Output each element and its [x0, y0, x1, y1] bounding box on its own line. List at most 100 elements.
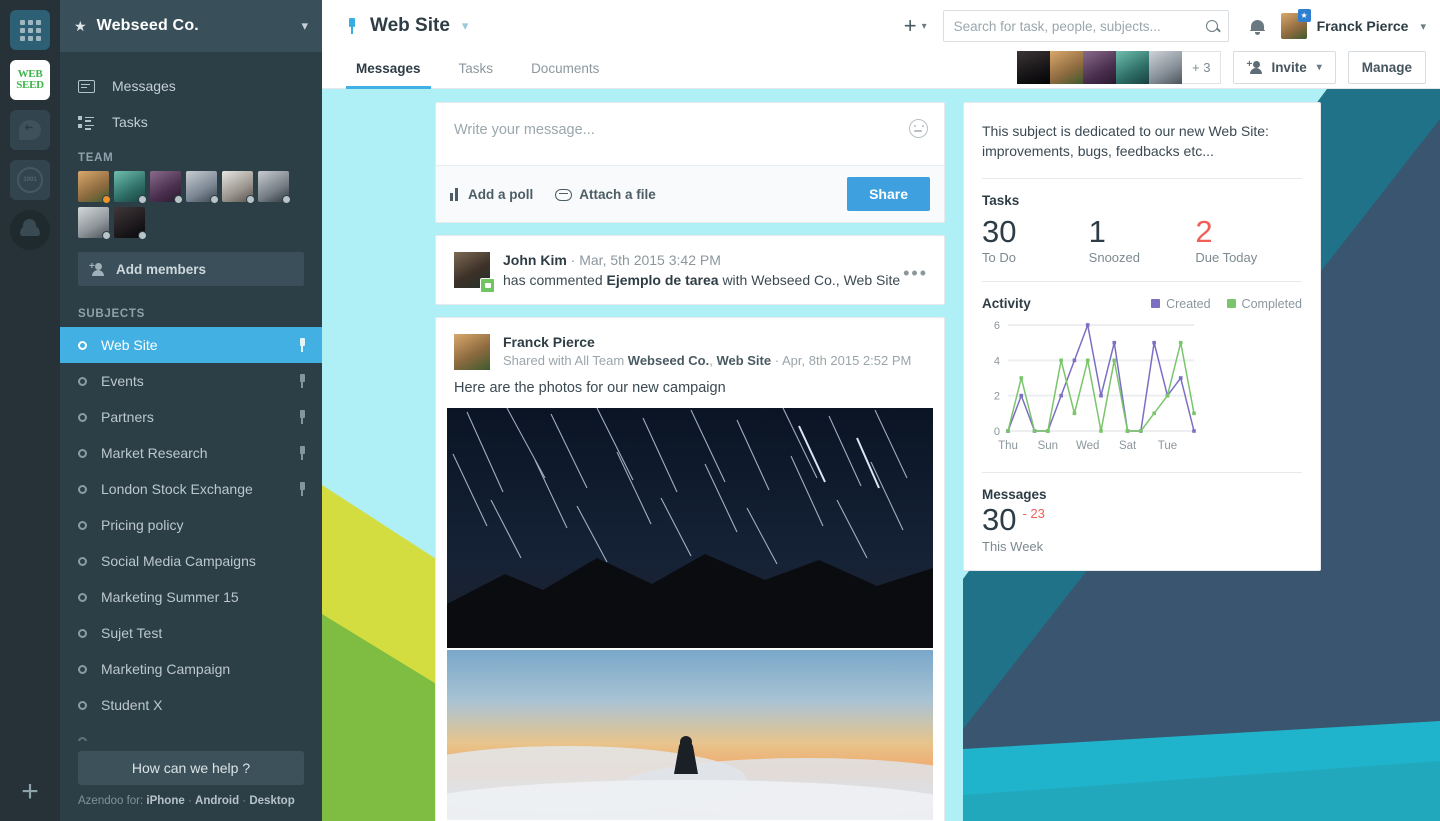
avatar[interactable] — [1050, 51, 1083, 84]
post-photo-night-sky[interactable] — [447, 408, 933, 648]
stat-to-do[interactable]: 30 To Do — [982, 214, 1089, 266]
avatar[interactable] — [1149, 51, 1182, 84]
sidebar-item-market-research[interactable]: Market Research — [60, 435, 322, 471]
org-name: Webseed Co. — [96, 17, 199, 34]
legend-label: Completed — [1241, 296, 1302, 311]
avatar[interactable] — [114, 171, 147, 204]
avatar[interactable] — [78, 171, 111, 204]
paperclip-icon — [555, 188, 573, 201]
pin-icon[interactable] — [296, 338, 308, 352]
stat-snoozed[interactable]: 1 Snoozed — [1089, 214, 1196, 266]
sidebar-item-tasks[interactable]: Tasks — [60, 104, 322, 140]
sidebar-item-london-stock-exchange[interactable]: London Stock Exchange — [60, 471, 322, 507]
subject-dot-icon — [78, 448, 87, 458]
chat-bubble-icon[interactable] — [10, 110, 50, 150]
help-button[interactable]: How can we help ? — [78, 751, 304, 785]
sidebar-item-social-media-campaigns[interactable]: Social Media Campaigns — [60, 543, 322, 579]
sidebar-item-marketing-summer-15[interactable]: Marketing Summer 15 — [60, 579, 322, 615]
search-box[interactable] — [942, 10, 1229, 42]
cloud-icon[interactable] — [10, 210, 50, 250]
platform-links: Azendoo for: iPhone · Android · Desktop — [78, 795, 304, 807]
avatar[interactable] — [114, 207, 147, 240]
sidebar-item-student-x[interactable]: Student X — [60, 687, 322, 723]
create-button[interactable]: + — [904, 13, 917, 39]
pin-icon[interactable] — [296, 482, 308, 496]
avatar[interactable] — [1116, 51, 1149, 84]
sidebar-item-messages[interactable]: Messages — [60, 68, 322, 104]
add-workspace-button[interactable]: + — [21, 777, 39, 807]
search-input[interactable] — [953, 18, 1206, 34]
sidebar-item-pricing-policy[interactable]: Pricing policy — [60, 507, 322, 543]
search-icon[interactable] — [1205, 20, 1218, 32]
org-switcher[interactable]: ★ Webseed Co. ▾ — [60, 0, 322, 52]
svg-text:Thu: Thu — [998, 440, 1018, 452]
avatar[interactable] — [186, 171, 219, 204]
star-icon: ★ — [74, 17, 87, 34]
sidebar-item-web-site[interactable]: Web Site — [60, 327, 322, 363]
sidebar-item-partial[interactable] — [60, 723, 322, 741]
chevron-down-icon[interactable]: ▾ — [922, 21, 927, 32]
sidebar-item-partners[interactable]: Partners — [60, 399, 322, 435]
avatar[interactable] — [454, 334, 490, 370]
manage-button[interactable]: Manage — [1347, 51, 1426, 84]
subject-info-panel: This subject is dedicated to our new Web… — [963, 102, 1321, 571]
avatar[interactable] — [78, 207, 111, 240]
post-share-org[interactable]: Webseed Co. — [628, 353, 709, 368]
add-poll-button[interactable]: Add a poll — [450, 187, 533, 202]
apps-grid-icon[interactable] — [10, 10, 50, 50]
post-action-target[interactable]: Ejemplo de tarea — [607, 272, 719, 288]
avatar[interactable] — [1017, 51, 1050, 84]
share-button[interactable]: Share — [847, 177, 930, 211]
avatar[interactable] — [222, 171, 255, 204]
chevron-down-icon[interactable]: ▾ — [1420, 20, 1426, 33]
pin-icon[interactable] — [296, 374, 308, 388]
avatar[interactable]: ★ — [1280, 9, 1311, 39]
pin-icon[interactable] — [296, 446, 308, 460]
message-feed: Write your message... Add a poll Attach … — [435, 102, 945, 821]
link-desktop[interactable]: Desktop — [249, 795, 294, 807]
subjects-list[interactable]: Web Site Events Partners Market Research — [60, 327, 322, 741]
add-person-icon: + — [89, 262, 106, 276]
emoji-icon[interactable] — [909, 119, 928, 138]
webseed-logo-icon[interactable]: WEB SEED — [10, 60, 50, 100]
post-share-subject[interactable]: Web Site — [716, 353, 771, 368]
legend-swatch — [1226, 299, 1236, 309]
link-android[interactable]: Android — [195, 795, 239, 807]
attach-file-button[interactable]: Attach a file — [555, 187, 656, 202]
sidebar-item-marketing-campaign[interactable]: Marketing Campaign — [60, 651, 322, 687]
sidebar-item-sujet-test[interactable]: Sujet Test — [60, 615, 322, 651]
tab-messages[interactable]: Messages — [346, 61, 431, 89]
add-members-button[interactable]: + Add members — [78, 252, 304, 286]
link-iphone[interactable]: iPhone — [146, 795, 184, 807]
stat-label: Due Today — [1195, 250, 1258, 266]
composer-placeholder: Write your message... — [454, 122, 595, 138]
subject-dot-icon — [78, 340, 87, 350]
sidebar-item-events[interactable]: Events — [60, 363, 322, 399]
more-members-button[interactable]: + 3 — [1182, 51, 1222, 84]
badge-stamp-icon[interactable]: 1001 — [10, 160, 50, 200]
avatar[interactable] — [1083, 51, 1116, 84]
composer-input-area[interactable]: Write your message... — [436, 103, 944, 165]
invite-button[interactable]: + Invite ▾ — [1233, 51, 1336, 84]
divider — [982, 281, 1302, 283]
chevron-down-icon[interactable]: ▾ — [1317, 62, 1322, 73]
notifications-icon[interactable] — [1250, 18, 1266, 35]
divider — [982, 177, 1302, 179]
chevron-down-icon[interactable]: ▾ — [462, 18, 469, 34]
chevron-down-icon[interactable]: ▾ — [301, 18, 308, 34]
stat-due-today[interactable]: 2 Due Today — [1195, 214, 1302, 266]
tab-tasks[interactable]: Tasks — [449, 61, 504, 89]
tab-documents[interactable]: Documents — [521, 61, 609, 89]
post-photo-cloud-sea[interactable] — [447, 650, 933, 820]
post-menu-button[interactable]: ••• — [903, 264, 928, 282]
activity-line-chart: 0 2 4 6 Thu Sun Wed Sat Tue — [994, 320, 1196, 452]
stat-label: To Do — [982, 250, 1016, 266]
legend-completed: Completed — [1226, 296, 1302, 311]
pin-icon[interactable] — [296, 410, 308, 424]
tasks-icon — [78, 115, 100, 130]
pin-icon[interactable] — [346, 18, 358, 34]
avatar[interactable] — [454, 252, 495, 293]
avatar[interactable] — [258, 171, 291, 204]
tasks-heading: Tasks — [982, 192, 1020, 208]
avatar[interactable] — [150, 171, 183, 204]
